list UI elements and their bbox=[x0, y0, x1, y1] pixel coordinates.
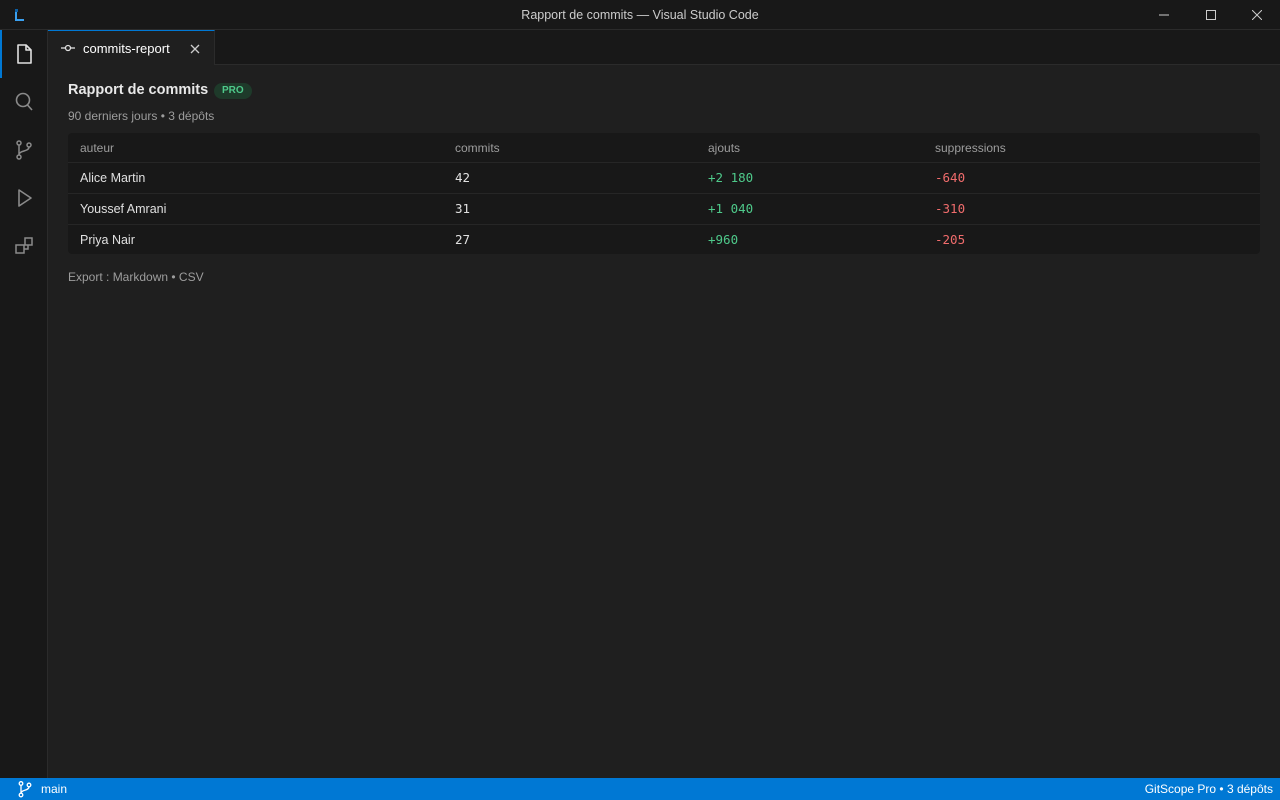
editor-tab-bar: commits-report bbox=[48, 30, 1280, 65]
row-author: Youssef Amrani bbox=[80, 202, 167, 216]
table-row: Priya Nair 27 +960 -205 bbox=[68, 225, 1260, 254]
minimize-icon bbox=[1159, 14, 1169, 16]
branch-icon[interactable] bbox=[16, 780, 34, 798]
close-window-button[interactable] bbox=[1234, 0, 1280, 30]
column-header-commits[interactable]: commits bbox=[455, 133, 500, 163]
search-icon bbox=[15, 92, 33, 111]
activity-bar bbox=[0, 30, 48, 778]
activity-run[interactable] bbox=[0, 174, 48, 222]
activity-search[interactable] bbox=[0, 78, 48, 126]
git-commit-icon bbox=[61, 44, 75, 52]
row-deletions: -310 bbox=[935, 201, 966, 216]
run-icon bbox=[18, 189, 32, 207]
column-header-deletions[interactable]: suppressions bbox=[935, 133, 1006, 163]
row-additions: +2 180 bbox=[708, 170, 754, 185]
export-markdown-link[interactable]: Markdown bbox=[113, 270, 168, 284]
column-header-additions[interactable]: ajouts bbox=[708, 133, 740, 163]
maximize-icon bbox=[1206, 10, 1216, 20]
close-icon bbox=[1252, 10, 1262, 20]
row-additions: +1 040 bbox=[708, 201, 754, 216]
report-panel: Rapport de commits PRO 90 derniers jours… bbox=[48, 65, 1280, 778]
source-control-icon bbox=[16, 140, 32, 160]
report-title: Rapport de commits bbox=[68, 82, 209, 98]
row-commits: 42 bbox=[455, 170, 471, 185]
minimize-button[interactable] bbox=[1141, 0, 1187, 30]
extensions-icon bbox=[15, 237, 33, 254]
export-label: Export : bbox=[68, 270, 113, 284]
table-header: auteur commits ajouts suppressions bbox=[68, 133, 1260, 163]
tab-close-icon[interactable] bbox=[188, 42, 202, 56]
commits-table: auteur commits ajouts suppressions Alice… bbox=[68, 133, 1260, 254]
maximize-button[interactable] bbox=[1188, 0, 1234, 30]
column-header-author[interactable]: auteur bbox=[80, 133, 114, 163]
row-additions: +960 bbox=[708, 232, 739, 247]
row-deletions: -205 bbox=[935, 232, 966, 247]
row-deletions: -640 bbox=[935, 170, 966, 185]
tab-commits-report[interactable]: commits-report bbox=[48, 30, 215, 65]
export-links: Export : Markdown • CSV bbox=[68, 270, 204, 284]
row-author: Priya Nair bbox=[80, 233, 135, 247]
row-author: Alice Martin bbox=[80, 171, 146, 185]
activity-source-control[interactable] bbox=[0, 126, 48, 174]
activity-explorer[interactable] bbox=[0, 30, 48, 78]
title-bar: Rapport de commits — Visual Studio Code bbox=[0, 0, 1280, 30]
report-subtitle: 90 derniers jours • 3 dépôts bbox=[68, 109, 215, 123]
branch-name[interactable]: main bbox=[41, 778, 67, 800]
row-commits: 27 bbox=[455, 232, 471, 247]
window-title: Rapport de commits — Visual Studio Code bbox=[521, 8, 759, 22]
pro-badge: PRO bbox=[214, 83, 252, 99]
activity-extensions[interactable] bbox=[0, 222, 48, 270]
table-row: Alice Martin 42 +2 180 -640 bbox=[68, 163, 1260, 194]
export-csv-link[interactable]: CSV bbox=[179, 270, 204, 284]
row-commits: 31 bbox=[455, 201, 471, 216]
status-bar: main GitScope Pro • 3 dépôts bbox=[0, 778, 1280, 800]
tab-label: commits-report bbox=[83, 41, 170, 56]
files-icon bbox=[17, 44, 32, 64]
status-extension-info[interactable]: GitScope Pro • 3 dépôts bbox=[1145, 778, 1273, 800]
export-separator: • bbox=[168, 270, 179, 284]
table-row: Youssef Amrani 31 +1 040 -310 bbox=[68, 194, 1260, 225]
